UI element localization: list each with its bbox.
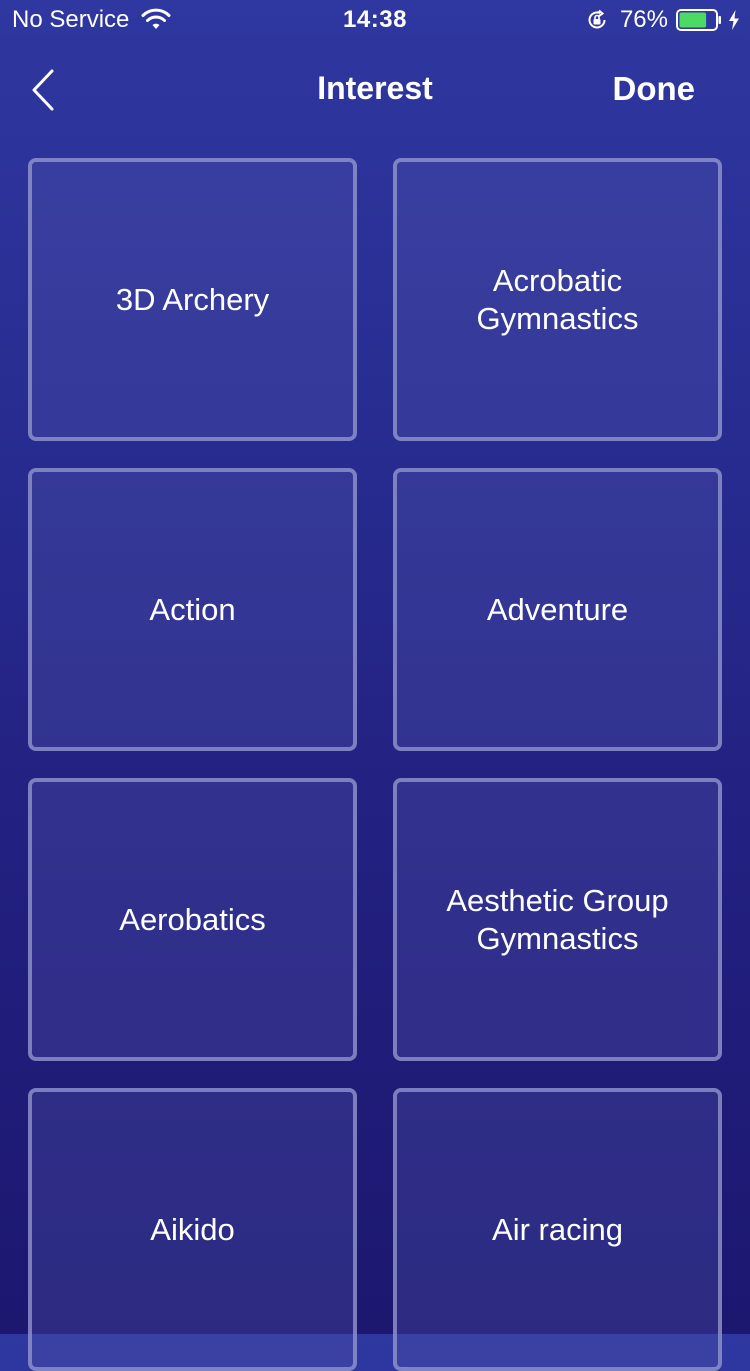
interest-tile-acrobatic-gymnastics[interactable]: Acrobatic Gymnastics — [393, 158, 722, 441]
interest-tile-3d-archery[interactable]: 3D Archery — [28, 158, 357, 441]
battery-icon — [676, 9, 721, 31]
interest-tile-aikido[interactable]: Aikido — [28, 1088, 357, 1371]
interest-label: Action — [149, 591, 236, 627]
battery-percent: 76% — [619, 6, 668, 33]
interest-tile-action[interactable]: Action — [28, 468, 357, 751]
rotation-lock-icon — [588, 9, 606, 29]
done-button[interactable]: Done — [613, 70, 696, 108]
interest-label: Aesthetic Group Gymnastics — [446, 882, 669, 956]
interest-grid: 3D Archery Acrobatic Gymnastics Action A… — [28, 158, 722, 1371]
interest-tile-aerobatics[interactable]: Aerobatics — [28, 778, 357, 1061]
interest-label: Aerobatics — [119, 901, 266, 937]
nav-bar: Interest Done — [0, 40, 750, 140]
interest-label: Acrobatic Gymnastics — [476, 262, 639, 336]
status-right: 76% — [586, 6, 740, 34]
interest-tile-aesthetic-group-gymnastics[interactable]: Aesthetic Group Gymnastics — [393, 778, 722, 1061]
interest-label: Aikido — [150, 1211, 235, 1247]
status-bar: No Service 14:38 76% — [0, 0, 750, 40]
charging-bolt-icon — [729, 10, 739, 30]
interest-tile-adventure[interactable]: Adventure — [393, 468, 722, 751]
interest-tile-air-racing[interactable]: Air racing — [393, 1088, 722, 1371]
battery-fill — [679, 12, 707, 28]
interest-label: Adventure — [486, 591, 629, 627]
interest-label: 3D Archery — [115, 281, 270, 317]
interest-label: Air racing — [492, 1211, 623, 1247]
